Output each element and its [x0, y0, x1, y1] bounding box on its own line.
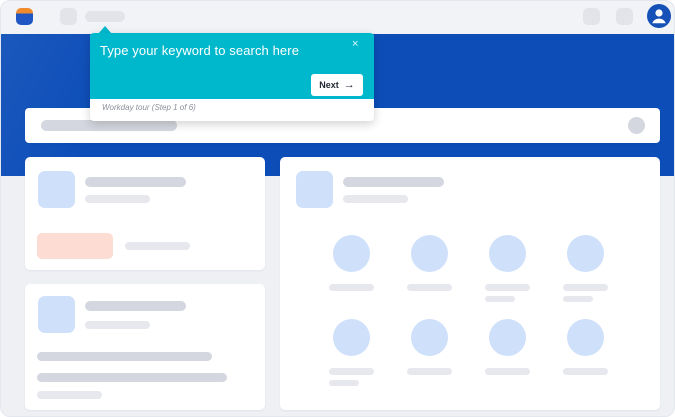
search-button-icon[interactable]	[628, 117, 645, 134]
widget-subtitle-placeholder	[85, 195, 150, 203]
widget-icon	[38, 171, 75, 208]
apps-card-title-placeholder	[343, 177, 444, 187]
app-window: Type your keyword to search here × Next …	[0, 0, 675, 417]
app-tile-label-placeholder	[407, 284, 452, 291]
user-avatar-icon[interactable]	[647, 4, 671, 28]
next-button[interactable]: Next →	[311, 74, 363, 96]
app-tile-icon[interactable]	[411, 235, 448, 272]
widget-title-placeholder	[85, 301, 186, 311]
app-tile-icon[interactable]	[333, 319, 370, 356]
apps-card-icon	[296, 171, 333, 208]
status-text-placeholder	[125, 242, 190, 250]
app-tile-label-placeholder	[407, 368, 452, 375]
tour-step-indicator: Workday tour (Step 1 of 6)	[102, 103, 196, 112]
app-tile-label-placeholder	[563, 368, 608, 375]
apps-card-subtitle-placeholder	[343, 195, 408, 203]
app-tile-label-placeholder	[485, 296, 515, 302]
apps-card	[280, 157, 660, 410]
toolbar-placeholder-icon[interactable]	[616, 8, 633, 25]
text-line-placeholder	[37, 391, 102, 399]
app-tile-label-placeholder	[563, 284, 608, 291]
search-placeholder	[41, 120, 177, 131]
app-tile-label-placeholder	[485, 368, 530, 375]
tooltip-header: Type your keyword to search here × Next …	[90, 33, 374, 99]
app-tile-label-placeholder	[563, 296, 593, 302]
text-line-placeholder	[37, 352, 212, 361]
app-tile-icon[interactable]	[489, 319, 526, 356]
widget-card	[25, 157, 265, 270]
app-tile-icon[interactable]	[411, 319, 448, 356]
app-tile-icon[interactable]	[333, 235, 370, 272]
app-tile-label-placeholder	[329, 284, 374, 291]
app-tile-label-placeholder	[329, 380, 359, 386]
app-tile-icon[interactable]	[567, 235, 604, 272]
arrow-right-icon: →	[343, 79, 355, 91]
widget-card	[25, 284, 265, 410]
next-button-label: Next	[319, 80, 339, 90]
tooltip-message: Type your keyword to search here	[100, 43, 300, 58]
status-badge-placeholder	[37, 233, 113, 259]
toolbar-placeholder-icon[interactable]	[583, 8, 600, 25]
menu-placeholder-icon[interactable]	[60, 8, 77, 25]
app-tile-icon[interactable]	[489, 235, 526, 272]
app-tile-label-placeholder	[329, 368, 374, 375]
text-line-placeholder	[37, 373, 227, 382]
app-logo-icon[interactable]	[16, 8, 33, 25]
widget-icon	[38, 296, 75, 333]
close-icon[interactable]: ×	[352, 37, 358, 51]
widget-subtitle-placeholder	[85, 321, 150, 329]
tour-tooltip: Type your keyword to search here × Next …	[90, 33, 374, 121]
app-tile-icon[interactable]	[567, 319, 604, 356]
title-placeholder	[85, 11, 125, 22]
app-tile-label-placeholder	[485, 284, 530, 291]
widget-title-placeholder	[85, 177, 186, 187]
